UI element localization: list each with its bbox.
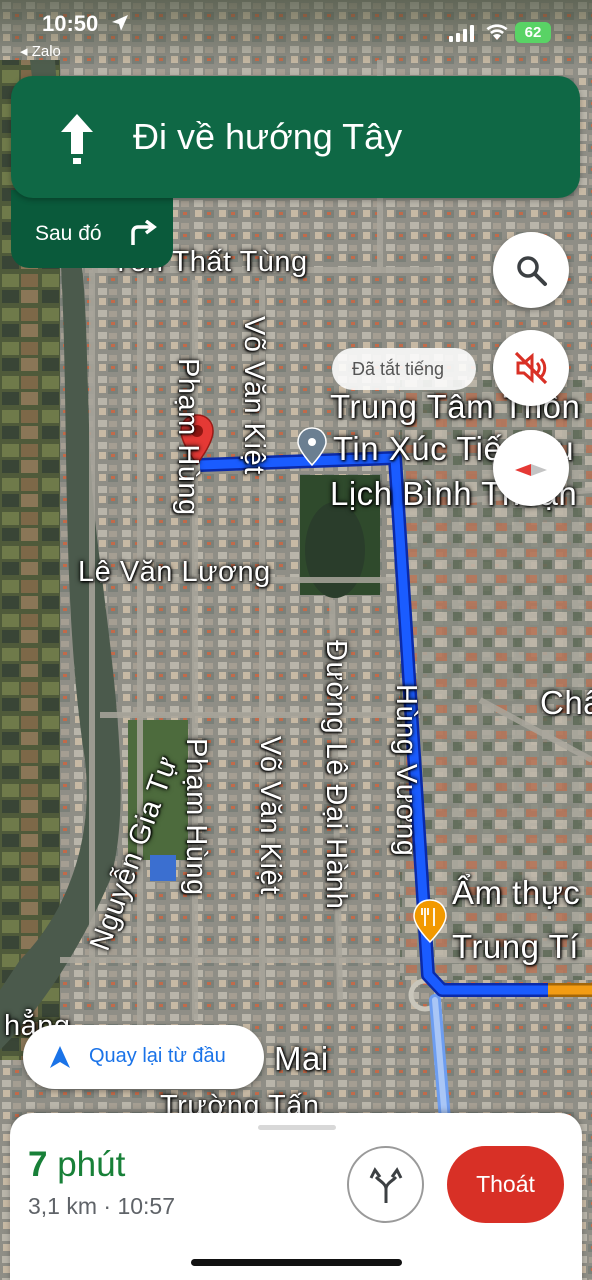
street-label: Võ Văn Kiệt — [238, 316, 270, 475]
trip-details: 3,1 km · 10:57 — [28, 1193, 176, 1219]
cellular-signal-icon — [449, 24, 474, 42]
street-label: Phạm Hùng — [172, 358, 204, 516]
search-button[interactable] — [493, 232, 569, 308]
direction-banner[interactable]: Đi về hướng Tây — [11, 76, 580, 198]
alternate-routes-button[interactable] — [347, 1146, 424, 1223]
location-arrow-icon — [112, 15, 128, 31]
poi-label: Ẩm thực — [452, 874, 581, 911]
search-icon — [517, 256, 547, 286]
compass-button[interactable] — [493, 430, 569, 506]
battery-indicator: 62 — [515, 22, 551, 43]
duration-value: 7 — [28, 1145, 48, 1184]
compass-icon — [515, 464, 547, 476]
volume-off-icon — [514, 351, 548, 385]
street-label: Lê Văn Lương — [78, 556, 271, 588]
recenter-label: Quay lại từ đầu — [89, 1045, 226, 1067]
trip-duration: 7 phút — [28, 1145, 125, 1185]
poi-label: Trung Tí — [452, 928, 579, 965]
wifi-icon — [486, 24, 508, 40]
arrow-up-icon — [61, 114, 93, 164]
recenter-button[interactable]: Quay lại từ đầu — [23, 1025, 264, 1089]
next-step-label: Sau đó — [35, 222, 102, 245]
status-bar: 10:50 ◂ Zalo 62 — [0, 0, 592, 66]
trip-summary-sheet[interactable]: 7 phút 3,1 km · 10:57 Thoát — [10, 1113, 582, 1280]
status-time: 10:50 — [42, 11, 99, 36]
exit-navigation-button[interactable]: Thoát — [447, 1146, 564, 1223]
next-step-panel[interactable]: Sau đó — [11, 190, 173, 268]
mute-button[interactable] — [493, 330, 569, 406]
direction-instruction: Đi về hướng Tây — [133, 116, 403, 157]
navigation-arrow-icon — [50, 1046, 70, 1068]
street-label: Mai — [274, 1040, 329, 1077]
street-label: Đường Lê Đại Hành — [320, 640, 352, 910]
turn-right-icon — [131, 220, 157, 245]
alt-routes-icon — [369, 1166, 402, 1203]
poi-label: Châ — [540, 684, 592, 721]
home-indicator[interactable] — [191, 1259, 402, 1266]
street-label: Hùng Vương — [390, 684, 422, 857]
duration-unit: phút — [57, 1145, 126, 1184]
back-to-app-link[interactable]: ◂ Zalo — [20, 42, 61, 60]
street-label: Võ Văn Kiệt — [254, 736, 286, 895]
drag-handle[interactable] — [258, 1125, 336, 1130]
muted-toast: Đã tắt tiếng — [332, 348, 476, 390]
street-label: Phạm Hùng — [180, 738, 212, 896]
